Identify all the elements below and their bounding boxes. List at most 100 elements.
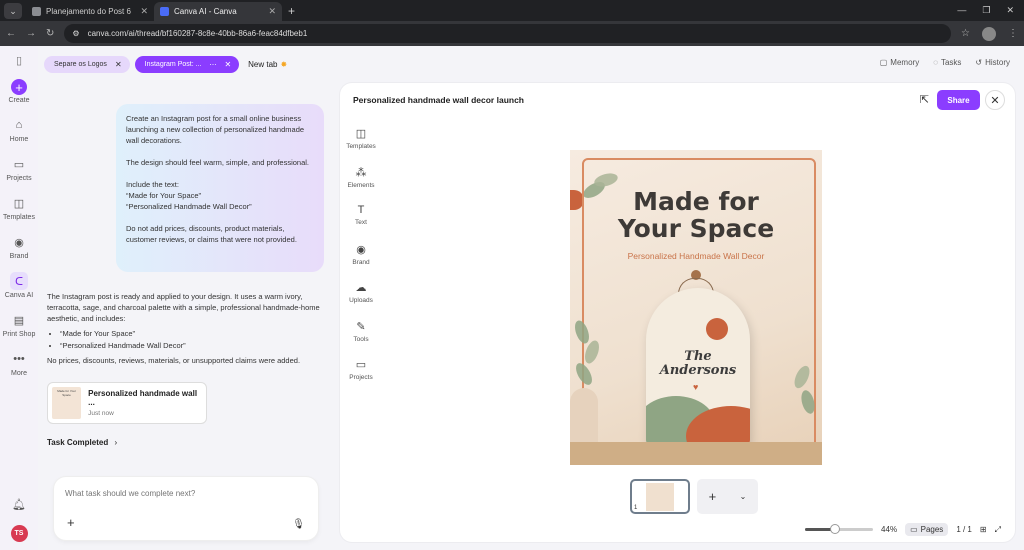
minimize-icon[interactable]: — (957, 5, 966, 16)
rail-item-home[interactable]: ⌂ Home (0, 116, 38, 143)
design-subline[interactable]: Personalized Handmade Wall Decor (570, 251, 822, 261)
plaque-name: The Andersons (646, 350, 750, 378)
memory-icon: ▢ (879, 58, 888, 67)
rail-label: Home (9, 136, 29, 143)
task-completed-toggle[interactable]: Task Completed › (47, 438, 117, 447)
zoom-slider[interactable] (805, 524, 874, 534)
avatar[interactable]: TS (10, 525, 28, 542)
tasks-button[interactable]: ◌ Tasks (933, 58, 961, 67)
close-icon[interactable]: ✕ (115, 60, 122, 69)
tool-brand[interactable]: ◉ Brand (352, 243, 369, 282)
tool-tools[interactable]: ✎ Tools (353, 320, 368, 359)
close-tab-icon[interactable]: ✕ (268, 6, 276, 17)
left-rail: ▯ + Create ⌂ Home ▭ Projects ◫ Templates ◉ Bran… (0, 46, 38, 550)
canva-ai-icon: ᑕ (10, 272, 28, 290)
editor-tools: ◫ Templates ⁂ Elements T Text ◉ Brand ☁ Uploads ✎ T… (342, 127, 380, 397)
editor-panel: Personalized handmade wall decor launch … (340, 83, 1015, 542)
rail-item-templates[interactable]: ◫ Templates (0, 194, 38, 222)
rail-item-more[interactable]: ••• More (0, 350, 38, 377)
grid-view-icon[interactable]: ⊞ (980, 525, 987, 534)
profile-avatar[interactable] (982, 26, 996, 41)
thumbnail-image (646, 483, 674, 511)
print-shop-icon: ▤ (13, 314, 25, 327)
templates-icon: ◫ (355, 128, 367, 140)
browser-menu-icon[interactable]: ⋮ (1008, 28, 1018, 39)
new-thread-tab[interactable]: New tab ✸ (244, 60, 287, 69)
close-editor-button[interactable]: ✕ (985, 90, 1005, 110)
folder-icon: ▭ (355, 359, 367, 371)
close-icon: ✕ (990, 94, 1000, 107)
plaque-name-line: Andersons (659, 363, 737, 378)
tool-projects[interactable]: ▭ Projects (349, 358, 372, 397)
text-icon: T (357, 204, 365, 216)
rail-label: Brand (9, 253, 29, 260)
bookmark-star-icon[interactable]: ☆ (961, 28, 970, 39)
message-paragraph: The design should feel warm, simple, and… (126, 158, 310, 167)
chevron-down-icon[interactable]: ⌄ (740, 492, 747, 501)
browser-tab-planejamento[interactable]: Planejamento do Post 6 ✕ (26, 2, 154, 21)
message-paragraph: Create an Instagram post for a small onl… (126, 114, 305, 145)
design-result-card[interactable]: Made for Your Space Personalized handmad… (47, 382, 207, 424)
browser-tab-canva-ai[interactable]: Canva AI - Canva ✕ (154, 2, 282, 21)
tool-uploads[interactable]: ☁ Uploads (349, 281, 373, 320)
add-page-button[interactable]: + ⌄ (697, 479, 758, 514)
site-info-icon[interactable]: ⚙ (72, 29, 79, 38)
prompt-input[interactable] (65, 489, 307, 498)
open-external-icon[interactable]: ⇱ (920, 93, 929, 106)
sidebar-toggle-icon[interactable]: ▯ (16, 54, 22, 67)
tool-text[interactable]: T Text (355, 204, 367, 243)
url-text: canva.com/ai/thread/bf160287-8c8e-40bb-8… (87, 29, 308, 38)
design-canvas[interactable]: Made for Your Space Personalized Handmad… (570, 150, 822, 465)
memory-button[interactable]: ▢ Memory (880, 58, 919, 67)
rail-label: More (11, 370, 27, 377)
thread-pill-logos[interactable]: Separe os Logos ✕ (44, 56, 130, 73)
editor-title: Personalized handmade wall decor launch (353, 95, 524, 105)
pill-label: Separe os Logos (54, 61, 107, 68)
rail-item-print-shop[interactable]: ▤ Print Shop (0, 311, 38, 339)
tool-label: Templates (346, 143, 376, 150)
wall-plaque[interactable]: The Andersons ♥ (646, 288, 750, 446)
thread-tabs: Separe os Logos ✕ Instagram Post: ... ⋯ … (44, 56, 287, 73)
add-attachment-icon[interactable]: + (67, 515, 75, 530)
microphone-icon[interactable]: 🎙︎ (292, 519, 305, 530)
pill-label: Instagram Post: ... (144, 61, 202, 68)
zoom-handle[interactable] (829, 524, 840, 534)
rail-item-canva-ai[interactable]: ᑕ Canva AI (0, 272, 38, 299)
tab-favicon (32, 7, 41, 16)
zoom-level[interactable]: 44% (881, 525, 897, 534)
tab-title: Planejamento do Post 6 (46, 7, 131, 16)
page-thumbnail[interactable]: 1 (630, 479, 690, 514)
thread-pill-instagram[interactable]: Instagram Post: ... ⋯ ✕ (134, 56, 240, 73)
rail-create[interactable]: + Create (0, 79, 38, 104)
forward-icon[interactable]: → (26, 28, 36, 39)
tool-elements[interactable]: ⁂ Elements (347, 166, 374, 205)
close-window-icon[interactable]: ✕ (1006, 5, 1014, 16)
tasks-icon: ◌ (933, 58, 938, 67)
plaque-name-line: The (684, 349, 712, 364)
tab-search-button[interactable]: ⌄ (4, 3, 22, 19)
tool-templates[interactable]: ◫ Templates (346, 127, 376, 166)
rail-item-projects[interactable]: ▭ Projects (0, 155, 38, 183)
bell-icon[interactable]: 🔔︎ (12, 498, 26, 511)
message-paragraph: Do not add prices, discounts, product ma… (126, 224, 297, 244)
pages-button[interactable]: ▭ Pages (905, 523, 949, 536)
back-icon[interactable]: ← (6, 28, 16, 39)
rail-label: Print Shop (2, 331, 36, 338)
editor-footer: 44% ▭ Pages 1 / 1 ⊞ ⤢ (805, 523, 1001, 536)
history-button[interactable]: ↺ History (975, 58, 1010, 67)
restore-icon[interactable]: ❐ (982, 5, 990, 16)
more-icon[interactable]: ⋯ (209, 61, 216, 69)
url-field[interactable]: ⚙ canva.com/ai/thread/bf160287-8c8e-40bb… (64, 24, 952, 43)
fullscreen-icon[interactable]: ⤢ (995, 525, 1001, 535)
tool-label: Uploads (349, 297, 373, 304)
reload-icon[interactable]: ↻ (46, 28, 54, 39)
design-headline[interactable]: Made for Your Space (570, 188, 822, 242)
assistant-message: The Instagram post is ready and applied … (47, 291, 329, 366)
rail-item-brand[interactable]: ◉ Brand (0, 233, 38, 261)
rail-label: Projects (6, 175, 32, 182)
new-tab-button[interactable]: + (282, 4, 301, 21)
user-message: Create an Instagram post for a small onl… (116, 104, 324, 272)
share-button[interactable]: Share (937, 90, 980, 110)
close-tab-icon[interactable]: ✕ (140, 6, 148, 17)
close-icon[interactable]: ✕ (224, 60, 231, 69)
